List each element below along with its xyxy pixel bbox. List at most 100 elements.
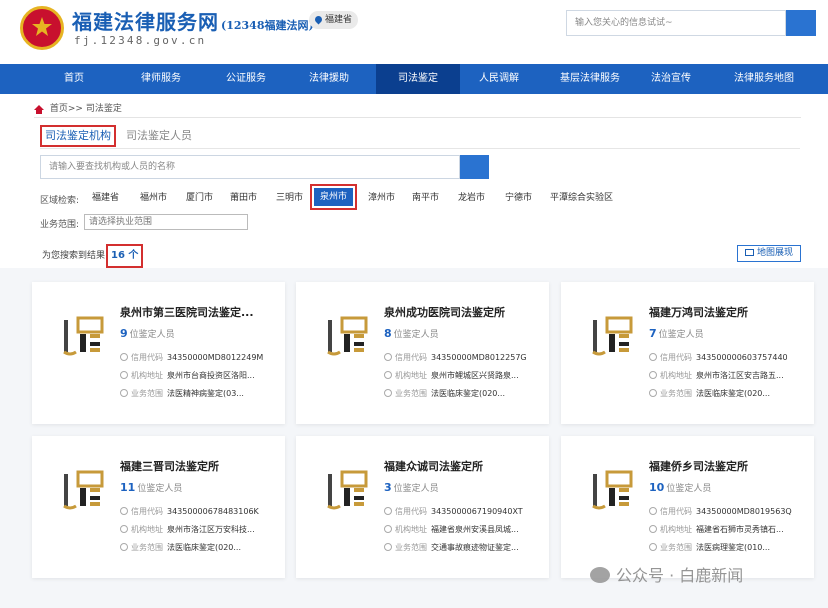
scope-row: 业务范围 法医临床鉴定(020... xyxy=(649,388,770,399)
site-domain: fj.12348.gov.cn xyxy=(74,34,207,47)
nav-item[interactable]: 公证服务 xyxy=(212,64,280,94)
location-icon xyxy=(649,525,657,533)
location-icon xyxy=(649,371,657,379)
wechat-icon xyxy=(590,567,610,583)
city-option[interactable]: 福州市 xyxy=(140,188,167,208)
site-search-input[interactable]: 输入您关心的信息试试~ xyxy=(566,10,786,36)
credit-icon xyxy=(649,507,657,515)
institution-card[interactable]: 泉州市第三医院司法鉴定... 9 位鉴定人员信用代码 34350000MD801224… xyxy=(32,282,285,424)
site-header: 福建法律服务网 (12348福建法网) fj.12348.gov.cn 福建省 输… xyxy=(0,0,828,64)
address-row: 机构地址 泉州市洛江区安吉路五... xyxy=(649,370,784,381)
location-icon xyxy=(384,525,392,533)
credit-icon xyxy=(120,507,128,515)
city-option[interactable]: 泉州市 xyxy=(310,184,358,210)
site-search-button[interactable] xyxy=(786,10,816,36)
address-row: 机构地址 福建省泉州安溪县凤城... xyxy=(384,524,519,535)
institution-card[interactable]: 泉州成功医院司法鉴定所 8 位鉴定人员信用代码 34350000MD8012257G 机… xyxy=(296,282,549,424)
scope-icon xyxy=(120,389,128,397)
scope-icon xyxy=(649,543,657,551)
appraiser-count: 10 位鉴定人员 xyxy=(649,481,712,494)
appraiser-count: 8 位鉴定人员 xyxy=(384,327,439,340)
institution-card[interactable]: 福建三晋司法鉴定所 11 位鉴定人员信用代码 34350000678483106K 机构… xyxy=(32,436,285,578)
credit-icon xyxy=(384,353,392,361)
result-count: 16 个 xyxy=(106,244,144,268)
location-icon xyxy=(120,525,128,533)
institution-name[interactable]: 福建侨乡司法鉴定所 xyxy=(649,458,748,474)
main-nav: 首页 律师服务 公证服务 法律援助 司法鉴定 人民调解 基层法律服务 法治宣传 法律服务地图 xyxy=(0,64,828,94)
institution-logo-icon xyxy=(591,314,635,358)
tab-institutions[interactable]: 司法鉴定机构 xyxy=(40,125,116,147)
city-option[interactable]: 平潭综合实验区 xyxy=(550,188,613,208)
breadcrumb-home[interactable]: 首页>> xyxy=(50,104,83,114)
nav-item[interactable]: 首页 xyxy=(34,64,114,94)
institution-name[interactable]: 泉州市第三医院司法鉴定... xyxy=(120,304,254,320)
national-emblem-icon xyxy=(20,6,64,50)
appraiser-count: 7 位鉴定人员 xyxy=(649,327,704,340)
site-title[interactable]: 福建法律服务网 (12348福建法网) xyxy=(72,6,314,35)
appraiser-count: 9 位鉴定人员 xyxy=(120,327,175,340)
address-row: 机构地址 泉州市洛江区万安科技... xyxy=(120,524,255,535)
city-option[interactable]: 厦门市 xyxy=(186,188,213,208)
scope-icon xyxy=(384,389,392,397)
credit-icon xyxy=(649,353,657,361)
result-summary: 为您搜索到结果 16 个 xyxy=(42,244,144,268)
nav-item[interactable]: 司法鉴定 xyxy=(376,64,460,94)
city-option[interactable]: 龙岩市 xyxy=(458,188,485,208)
org-search-input[interactable]: 请输入要查找机构或人员的名称 xyxy=(40,155,460,179)
credit-code-row: 信用代码 34350000MD8019563Q xyxy=(649,506,792,517)
org-search-button[interactable] xyxy=(460,155,489,179)
city-option[interactable]: 宁德市 xyxy=(505,188,532,208)
tab-personnel[interactable]: 司法鉴定人员 xyxy=(126,126,192,146)
credit-code-row: 信用代码 34350000MD8012249M xyxy=(120,352,263,363)
institution-logo-icon xyxy=(326,468,370,512)
city-option[interactable]: 南平市 xyxy=(412,188,439,208)
institution-logo-icon xyxy=(62,468,106,512)
scope-select[interactable]: 请选择执业范围 xyxy=(84,214,248,230)
institution-card[interactable]: 福建众诚司法鉴定所 3 位鉴定人员信用代码 3435000067190940XT 机构地… xyxy=(296,436,549,578)
city-option[interactable]: 福建省 xyxy=(92,188,119,208)
institution-name[interactable]: 福建万鸿司法鉴定所 xyxy=(649,304,748,320)
divider xyxy=(34,117,801,118)
appraiser-count: 11 位鉴定人员 xyxy=(120,481,183,494)
location-icon xyxy=(384,371,392,379)
nav-item[interactable]: 律师服务 xyxy=(124,64,198,94)
city-option[interactable]: 莆田市 xyxy=(230,188,257,208)
breadcrumb: 首页>> 司法鉴定 xyxy=(34,101,122,114)
breadcrumb-current: 司法鉴定 xyxy=(85,104,122,114)
map-icon xyxy=(744,249,754,256)
address-row: 机构地址 泉州市台商投资区洛阳... xyxy=(120,370,255,381)
scope-icon xyxy=(649,389,657,397)
nav-item[interactable]: 法律服务地图 xyxy=(718,64,810,94)
credit-code-row: 信用代码 34350000678483106K xyxy=(120,506,259,517)
nav-item[interactable]: 法律援助 xyxy=(298,64,360,94)
institution-name[interactable]: 福建三晋司法鉴定所 xyxy=(120,458,219,474)
city-option[interactable]: 漳州市 xyxy=(368,188,395,208)
map-view-button[interactable]: 地图展现 xyxy=(737,245,801,262)
region-label: 区域检索: xyxy=(40,196,80,206)
institution-card[interactable]: 福建侨乡司法鉴定所 10 位鉴定人员 信用代码 34350000MD8019563Q 机构… xyxy=(561,436,814,578)
institution-logo-icon xyxy=(591,468,635,512)
credit-icon xyxy=(384,507,392,515)
institution-name[interactable]: 福建众诚司法鉴定所 xyxy=(384,458,483,474)
scope-row: 业务范围 法医精神病鉴定(03... xyxy=(120,388,244,399)
region-switcher[interactable]: 福建省 xyxy=(309,11,359,29)
nav-item[interactable]: 基层法律服务 xyxy=(546,64,634,94)
nav-item[interactable]: 人民调解 xyxy=(462,64,536,94)
watermark: 公众号 · 白鹿新闻 xyxy=(590,562,743,586)
scope-row: 业务范围 法医临床鉴定(020... xyxy=(120,542,241,553)
credit-code-row: 信用代码 343500000603757440 xyxy=(649,352,788,363)
institution-logo-icon xyxy=(326,314,370,358)
city-option[interactable]: 三明市 xyxy=(276,188,303,208)
scope-label: 业务范围: xyxy=(40,220,80,230)
scope-row: 业务范围 法医临床鉴定(020... xyxy=(384,388,505,399)
location-pin-icon xyxy=(313,14,324,25)
institution-name[interactable]: 泉州成功医院司法鉴定所 xyxy=(384,304,505,320)
institution-logo-icon xyxy=(62,314,106,358)
tab-underline xyxy=(40,148,800,149)
nav-item[interactable]: 法治宣传 xyxy=(640,64,702,94)
credit-code-row: 信用代码 3435000067190940XT xyxy=(384,506,523,517)
credit-code-row: 信用代码 34350000MD8012257G xyxy=(384,352,527,363)
address-row: 机构地址 泉州市鲤城区兴贤路泉... xyxy=(384,370,519,381)
appraiser-count: 3 位鉴定人员 xyxy=(384,481,439,494)
institution-card[interactable]: 福建万鸿司法鉴定所 7 位鉴定人员信用代码 343500000603757440 机构地… xyxy=(561,282,814,424)
